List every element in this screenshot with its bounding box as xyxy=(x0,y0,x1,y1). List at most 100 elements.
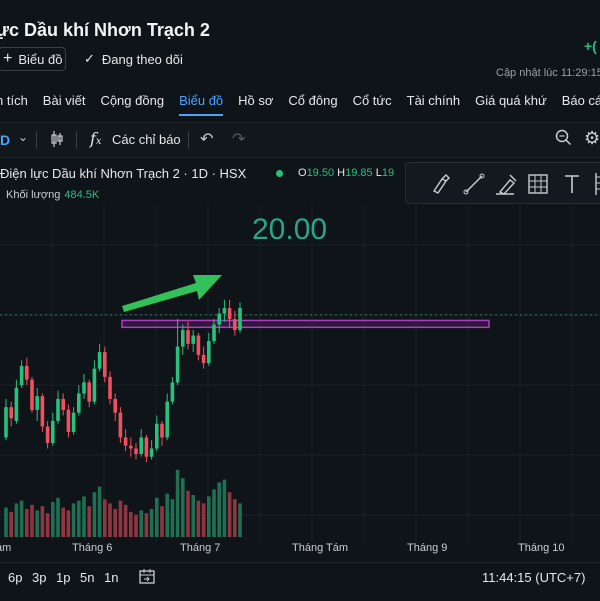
chevron-down-icon[interactable]: ⌄ xyxy=(18,130,28,144)
pencil-icon[interactable] xyxy=(496,174,517,195)
tab-item[interactable]: Tài chính xyxy=(407,93,460,116)
volume-bar xyxy=(186,490,190,537)
indicators-button[interactable]: Các chỉ báo xyxy=(112,132,181,147)
candle-body xyxy=(196,335,201,355)
market-status-dot xyxy=(276,170,283,177)
grid-icon[interactable] xyxy=(528,174,548,194)
support-zone xyxy=(121,319,490,329)
volume-bar xyxy=(35,510,39,537)
brush-icon[interactable] xyxy=(432,174,450,194)
volume-bar xyxy=(227,492,232,537)
volume-bar xyxy=(196,500,201,537)
volume-bar xyxy=(92,492,97,537)
volume-value: 484.5K xyxy=(64,189,100,201)
candle-body xyxy=(87,382,91,402)
candle-body xyxy=(233,319,237,331)
volume-bar xyxy=(14,503,19,537)
interval-button[interactable]: D xyxy=(0,132,10,148)
candle-body xyxy=(155,423,159,449)
candle-body xyxy=(4,407,8,438)
volume-bar xyxy=(181,478,185,537)
tab-item[interactable]: Cổ đông xyxy=(288,93,337,116)
tab-item[interactable]: Bài viết xyxy=(43,93,86,116)
x-tick-label: Tháng 9 xyxy=(407,542,448,554)
calendar-range-icon[interactable] xyxy=(138,567,156,590)
tab-item[interactable]: Cộng đồng xyxy=(100,93,164,116)
candle-body xyxy=(45,426,50,443)
range-button[interactable]: 1p xyxy=(56,570,70,585)
time-axis: ám Tháng 6 Tháng 7 Tháng Tám Tháng 9 Tháng 10 xyxy=(0,542,600,560)
candle-body xyxy=(30,379,34,410)
tab-item[interactable]: Biểu đồ xyxy=(179,93,224,116)
candle-body xyxy=(238,308,242,331)
volume-bar xyxy=(77,500,81,537)
low-value: 19 xyxy=(381,167,395,179)
volume-bar xyxy=(139,510,143,537)
undo-icon[interactable]: ↶ xyxy=(200,129,213,149)
candle-body xyxy=(77,393,81,413)
candle-body xyxy=(227,308,232,320)
volume-bar xyxy=(134,514,138,537)
tab-item[interactable]: n tích xyxy=(0,93,28,116)
volume-bar xyxy=(66,510,71,537)
range-button[interactable]: 5n xyxy=(80,570,94,585)
candle-body xyxy=(118,412,123,438)
price-annotation: 20.00 xyxy=(252,213,328,246)
candle-body xyxy=(123,437,128,446)
toolbar-divider xyxy=(36,131,37,149)
candle-body xyxy=(175,346,180,383)
open-label: O xyxy=(298,167,307,179)
candle-body xyxy=(129,445,133,449)
high-label: H xyxy=(337,167,346,179)
candle-body xyxy=(92,368,97,402)
following-label: Đang theo dõi xyxy=(101,51,183,67)
volume-bar xyxy=(123,504,128,537)
range-button[interactable]: 1n xyxy=(104,570,118,585)
plus-icon: + xyxy=(3,50,13,67)
ruler-icon[interactable] xyxy=(595,173,600,195)
volume-bar xyxy=(103,499,107,537)
open-value: 19.50 xyxy=(306,167,335,179)
candlestick-chart[interactable] xyxy=(0,205,600,541)
symbol-legend: Điện lực Dầu khí Nhơn Trạch 2 · 1D · HSX xyxy=(0,166,247,181)
candle-body xyxy=(103,352,107,377)
candle-body xyxy=(113,398,117,413)
candle-body xyxy=(66,409,71,432)
volume-bar xyxy=(30,504,34,537)
volume-bar xyxy=(56,497,60,537)
add-chart-button[interactable]: + Biểu đồ xyxy=(0,47,66,71)
volume-bar xyxy=(144,513,149,537)
candle-body xyxy=(61,398,65,410)
candle-body xyxy=(201,354,206,364)
candle-body xyxy=(191,335,195,344)
candle-body xyxy=(181,330,185,347)
gear-icon[interactable]: ⚙ xyxy=(584,128,600,149)
candle-body xyxy=(14,387,19,421)
text-tool-icon[interactable] xyxy=(565,175,579,193)
volume-bar xyxy=(191,495,195,537)
redo-icon[interactable]: ↷ xyxy=(232,129,245,149)
volume-bar xyxy=(113,509,117,537)
add-chart-label: Biểu đồ xyxy=(18,51,63,67)
toolbar-divider xyxy=(188,131,189,149)
volume-bar xyxy=(25,509,29,537)
tab-item[interactable]: Cổ tức xyxy=(353,93,392,116)
zoom-search-icon[interactable] xyxy=(554,128,572,151)
volume-bar xyxy=(19,500,24,537)
volume-bar xyxy=(201,503,206,537)
range-button[interactable]: 3p xyxy=(32,570,46,585)
price-change: +( xyxy=(584,38,597,54)
following-button[interactable]: ✓ Đang theo dõi xyxy=(84,51,183,67)
trend-line-icon[interactable] xyxy=(463,173,485,195)
volume-bar xyxy=(87,506,91,537)
candlestick-icon[interactable] xyxy=(50,130,64,153)
volume-bar xyxy=(175,469,180,537)
fx-icon[interactable]: fx xyxy=(90,129,102,148)
tab-item[interactable]: Hồ sơ xyxy=(238,93,273,116)
tab-item[interactable]: Giá quá khứ xyxy=(475,93,547,116)
candle-body xyxy=(40,396,45,427)
range-button[interactable]: 6p xyxy=(8,570,22,585)
volume-bar xyxy=(149,509,154,537)
volume-bar xyxy=(4,507,8,537)
tab-item[interactable]: Báo cáo xyxy=(562,93,600,116)
